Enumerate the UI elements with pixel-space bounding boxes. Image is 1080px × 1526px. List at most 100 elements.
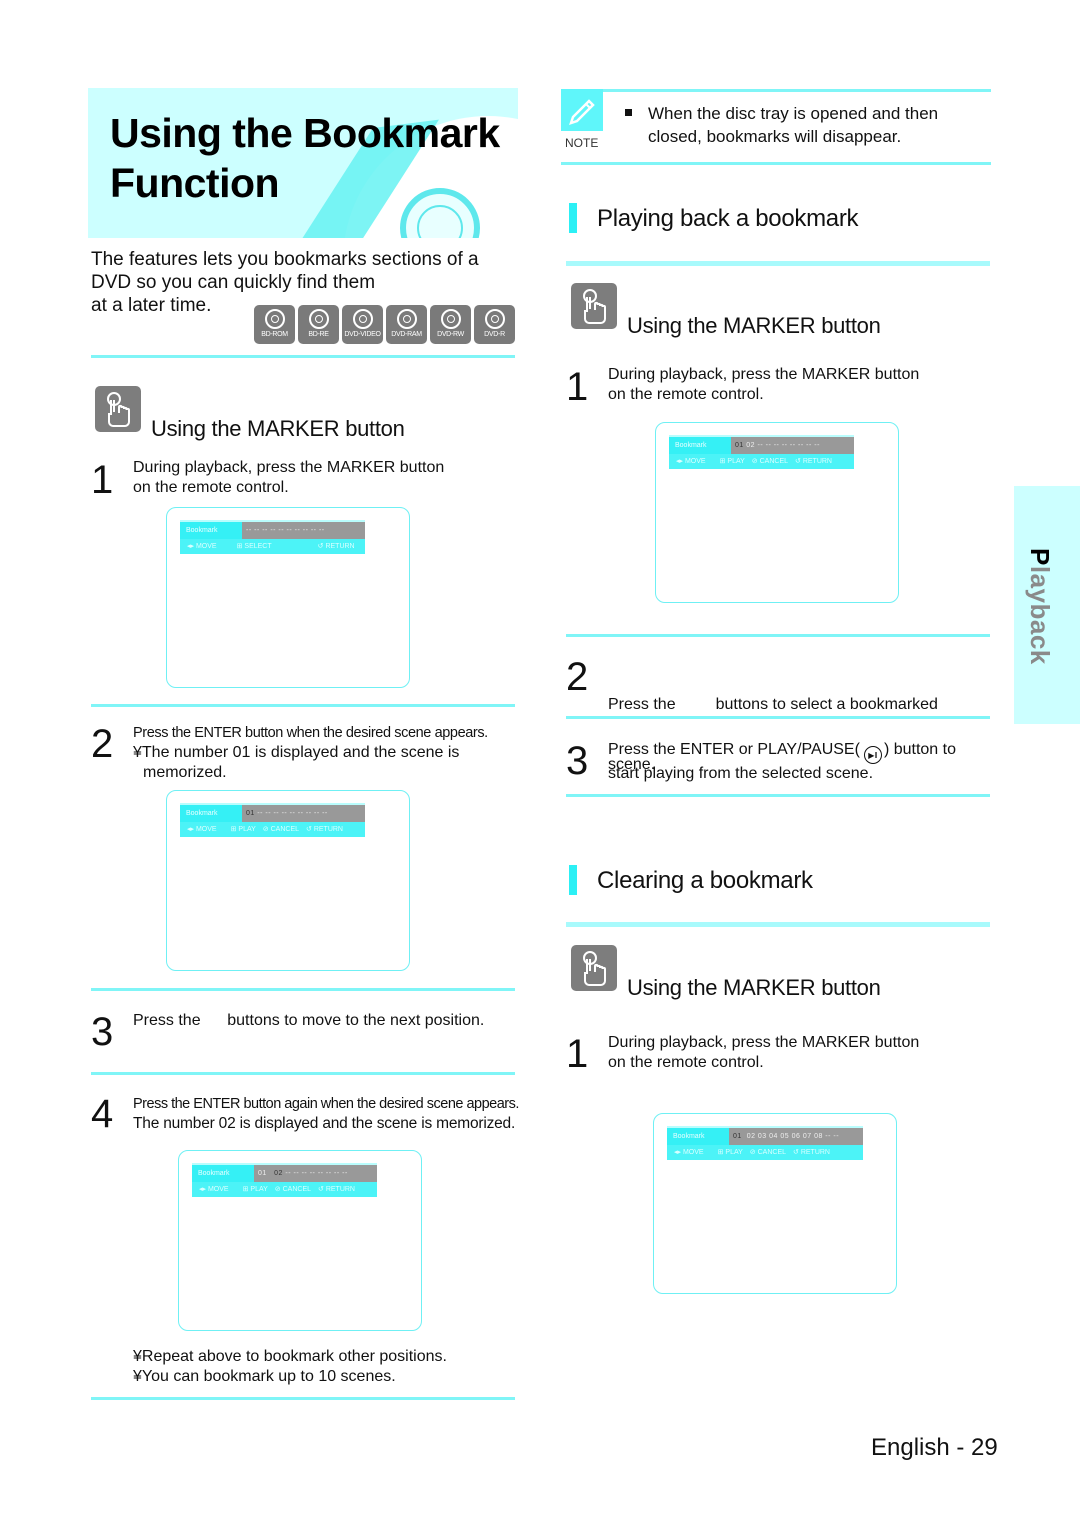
disc-badge-dvd-ram: DVD-RAM [386, 305, 427, 344]
step-line: During playback, press the MARKER button [133, 459, 445, 476]
divider [566, 261, 990, 266]
osd-screen-1: Bookmark -- -- -- -- -- -- -- -- -- -- ◂▸… [166, 507, 410, 688]
right-subhead-playback: Using the MARKER button [627, 313, 881, 338]
play-pause-icon: ▶︎‖ [863, 746, 882, 764]
step-line: During playback, press the MARKER button [608, 366, 920, 383]
marker-hand-icon [571, 945, 617, 991]
osd-play: ⊞ PLAY [719, 458, 745, 465]
osd-return: ↺ RETURN [306, 826, 343, 833]
osd-select: ⊞ SELECT [236, 543, 272, 550]
step-line: Press the ENTER button again when the de… [133, 1096, 519, 1112]
step-line: Press the ENTER or PLAY/PAUSE( [608, 741, 860, 758]
step-1-text: During playback, press the MARKER button… [133, 458, 444, 498]
section-title-playback: Playing back a bookmark [597, 205, 859, 232]
osd-screen-2: Bookmark 01 -- -- -- -- -- -- -- -- -- ◂▸… [166, 790, 410, 971]
step-number: 2 [566, 655, 589, 699]
disc-badge-bd-rom: BD-ROM [254, 305, 295, 344]
tip-item: ¥You can bookmark up to 10 scenes. [133, 1368, 396, 1385]
osd-slots: -- -- -- -- -- -- -- -- -- [257, 810, 328, 817]
step-number: 4 [91, 1092, 114, 1136]
disc-badge-label: BD-ROM [261, 331, 288, 338]
step-number: 1 [566, 365, 589, 409]
osd-label: Bookmark [669, 437, 731, 454]
section-title-clearing: Clearing a bookmark [597, 867, 813, 894]
osd-cancel: ⊘ CANCEL [749, 1149, 787, 1156]
step-line: start playing from the selected scene. [608, 765, 874, 782]
bookmark-osd: Bookmark 01 02 03 04 05 06 07 08 -- -- ◂▸… [667, 1126, 863, 1160]
osd-slots: -- -- -- -- -- -- -- -- -- -- [246, 527, 325, 534]
osd-cancel: ⊘ CANCEL [262, 826, 300, 833]
osd-slot-selected: 01 [246, 810, 255, 817]
osd-screen-5: Bookmark 01 02 03 04 05 06 07 08 -- -- ◂▸… [653, 1113, 897, 1294]
step-line: memorized. [143, 764, 227, 781]
step-line: Press the ENTER button when the desired … [133, 725, 488, 741]
divider [91, 1072, 515, 1075]
bookmark-osd: Bookmark -- -- -- -- -- -- -- -- -- -- ◂▸… [180, 520, 365, 554]
osd-slots: 02 03 04 05 06 07 08 -- -- [746, 1133, 840, 1140]
osd-move: ◂▸ MOVE [199, 1186, 229, 1193]
disc-icon [440, 309, 461, 329]
divider [566, 634, 990, 637]
cl-step-1-text: During playback, press the MARKER button… [608, 1033, 919, 1073]
osd-label: Bookmark [192, 1165, 254, 1182]
step-line: During playback, press the MARKER button [608, 1034, 920, 1051]
note-label: NOTE [565, 136, 599, 150]
pb-step-3-text: Press the ENTER or PLAY/PAUSE(▶︎‖) butto… [608, 740, 956, 784]
disc-badge-bd-re: BD-RE [298, 305, 339, 344]
step-line: Press the buttons to select a bookmarked [608, 696, 938, 713]
disc-badge-dvd-video: DVD-VIDEO [342, 305, 383, 344]
osd-label: Bookmark [667, 1128, 729, 1145]
bookmark-osd: Bookmark 01 -- -- -- -- -- -- -- -- -- ◂▸… [180, 803, 365, 837]
note-pencil-icon [561, 89, 603, 131]
section-tab-playback[interactable]: Playback [1014, 486, 1080, 724]
section-marker [569, 203, 577, 233]
step-number: 3 [91, 1010, 114, 1054]
left-subhead: Using the MARKER button [151, 416, 405, 441]
osd-slot: 02 [746, 442, 756, 449]
step-line: on the remote control. [133, 479, 289, 496]
osd-cancel: ⊘ CANCEL [274, 1186, 312, 1193]
divider [566, 794, 990, 797]
osd-slot-selected: 01 [733, 1133, 742, 1140]
tab-first-letter: P [1025, 548, 1055, 566]
step-4-text: Press the ENTER button again when the de… [133, 1094, 519, 1134]
bookmark-osd: Bookmark 01 02 -- -- -- -- -- -- -- -- ◂▸… [669, 435, 854, 469]
divider [566, 716, 990, 719]
osd-move: ◂▸ MOVE [187, 826, 217, 833]
divider [91, 1397, 515, 1400]
note-line: When the disc tray is opened and then [648, 104, 939, 123]
osd-return: ↺ RETURN [318, 1186, 355, 1193]
tip-item: ¥Repeat above to bookmark other position… [133, 1348, 447, 1365]
osd-return: ↺ RETURN [317, 543, 355, 550]
disc-icon [264, 309, 285, 329]
disc-badge-label: DVD-R [484, 331, 505, 338]
osd-cancel: ⊘ CANCEL [751, 458, 789, 465]
note-line: closed, bookmarks will disappear. [648, 127, 902, 146]
title-banner: Using the Bookmark Function [88, 88, 518, 238]
divider [91, 355, 515, 358]
bookmark-osd: Bookmark 01 02 -- -- -- -- -- -- -- -- ◂▸… [192, 1163, 377, 1197]
title-line-1: Using the Bookmark [110, 110, 500, 156]
marker-hand-icon [95, 386, 141, 432]
osd-play: ⊞ PLAY [717, 1149, 743, 1156]
disc-badge-label: BD-RE [308, 331, 329, 338]
section-marker [569, 865, 577, 895]
intro-lines: The features lets you bookmarks sections… [91, 249, 479, 293]
right-subhead-clearing: Using the MARKER button [627, 975, 881, 1000]
step-3-text: Press the buttons to move to the next po… [133, 1012, 485, 1029]
disc-badge-dvd-rw: DVD-RW [430, 305, 471, 344]
page-title: Using the Bookmark Function [110, 108, 500, 208]
osd-label: Bookmark [180, 805, 242, 822]
disc-badge-label: DVD-VIDEO [344, 331, 381, 338]
osd-play: ⊞ PLAY [242, 1186, 268, 1193]
osd-label: Bookmark [180, 522, 242, 539]
step-number: 3 [566, 739, 589, 783]
osd-move: ◂▸ MOVE [674, 1149, 704, 1156]
step-number: 1 [91, 458, 114, 502]
disc-badges: BD-ROM BD-RE DVD-VIDEO DVD-RAM DVD-RW DVD-R [254, 305, 515, 344]
step-line: ) button to [883, 741, 956, 758]
divider [91, 704, 515, 707]
osd-slot-selected: 02 [274, 1170, 283, 1177]
tips: ¥Repeat above to bookmark other position… [133, 1347, 447, 1387]
divider [566, 922, 990, 927]
